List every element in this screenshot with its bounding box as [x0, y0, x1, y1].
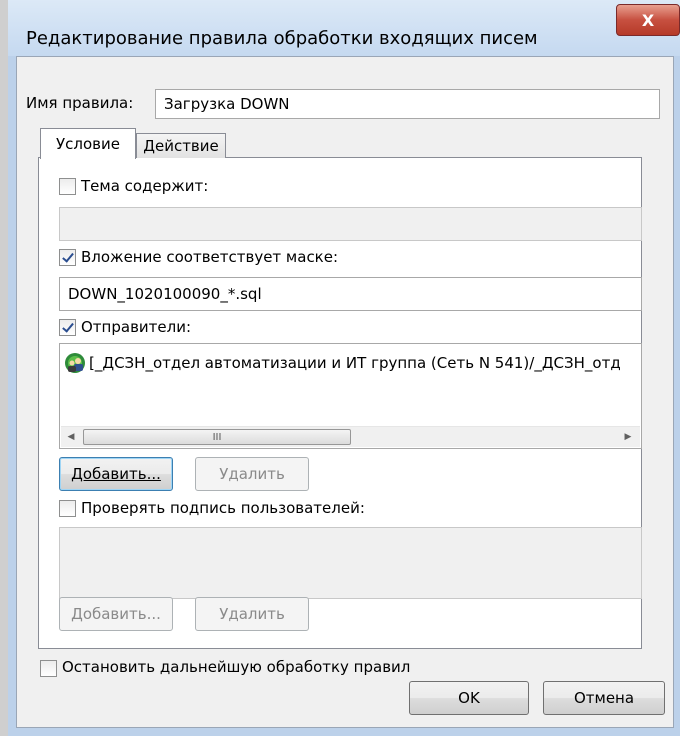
dialog-window: Редактирование правила обработки входящи…	[0, 0, 680, 736]
tab-action[interactable]: Действие	[136, 133, 226, 158]
verify-signature-checkbox[interactable]	[59, 500, 76, 517]
verify-signature-label: Проверять подпись пользователей:	[81, 499, 365, 517]
attachment-mask-checkbox[interactable]	[59, 249, 76, 266]
senders-label: Отправители:	[81, 318, 192, 336]
scroll-left-arrow-icon[interactable]: ◀	[64, 430, 78, 444]
list-item[interactable]: [_ДСЗН_отдел автоматизации и ИТ группа (…	[64, 352, 621, 374]
title-bar[interactable]: Редактирование правила обработки входящи…	[8, 0, 680, 56]
close-icon: X	[641, 10, 655, 30]
group-users-icon	[65, 353, 85, 373]
remove-signature-user-button[interactable]: Удалить	[195, 597, 309, 631]
stop-processing-label: Остановить дальнейшую обработку правил	[62, 658, 411, 676]
attachment-mask-label: Вложение соответствует маске:	[81, 248, 339, 266]
rule-name-label: Имя правила:	[26, 94, 134, 112]
cancel-button[interactable]: Отмена	[543, 681, 665, 715]
tab-condition[interactable]: Условие	[40, 128, 136, 159]
add-sender-button[interactable]: Добавить...	[59, 457, 173, 491]
senders-listbox[interactable]: [_ДСЗН_отдел автоматизации и ИТ группа (…	[59, 343, 642, 449]
remove-sender-button[interactable]: Удалить	[195, 457, 309, 491]
close-button[interactable]: X	[616, 4, 680, 36]
subject-contains-input[interactable]	[59, 207, 642, 241]
scrollbar-thumb[interactable]: III	[83, 429, 351, 445]
ok-button[interactable]: OK	[409, 681, 529, 715]
add-signature-user-button[interactable]: Добавить...	[59, 597, 173, 631]
dialog-client-area: Имя правила: Загрузка DOWN Условие Дейст…	[16, 56, 674, 728]
background-strip	[0, 0, 8, 736]
senders-checkbox[interactable]	[59, 319, 76, 336]
stop-processing-checkbox[interactable]	[40, 660, 57, 677]
subject-contains-checkbox[interactable]	[59, 178, 76, 195]
window-title: Редактирование правила обработки входящи…	[26, 28, 538, 49]
rule-name-input[interactable]: Загрузка DOWN	[155, 89, 660, 119]
horizontal-scrollbar[interactable]: ◀ III ▶	[61, 426, 640, 447]
attachment-mask-input[interactable]: DOWN_1020100090_*.sql	[59, 277, 642, 311]
scroll-right-arrow-icon[interactable]: ▶	[621, 430, 635, 444]
subject-contains-label: Тема содержит:	[81, 177, 209, 195]
signature-users-listbox[interactable]	[59, 527, 642, 599]
